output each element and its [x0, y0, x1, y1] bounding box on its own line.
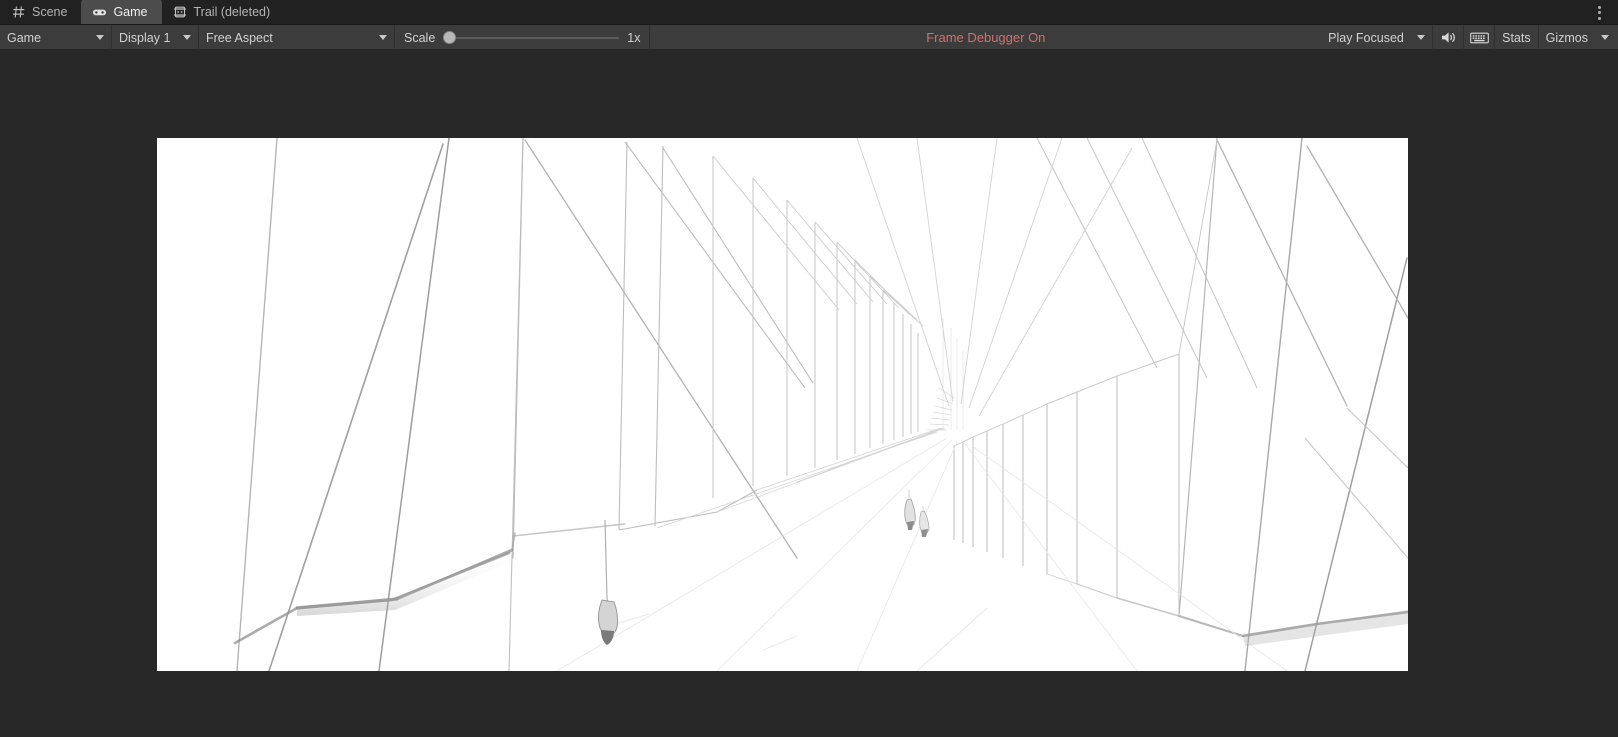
frame-debugger-status: Frame Debugger On — [926, 29, 1046, 45]
scale-slider[interactable] — [443, 25, 620, 50]
tab-scene-label: Scene — [32, 4, 68, 19]
play-mode-input-button[interactable] — [1464, 25, 1496, 50]
scale-slider-group[interactable]: Scale 1x — [395, 25, 651, 50]
game-view-area — [0, 50, 1618, 736]
tab-game-label: Game — [113, 4, 148, 19]
display-dropdown[interactable]: Display 1 — [112, 25, 199, 50]
gizmos-label: Gizmos — [1545, 30, 1588, 45]
gizmos-dropdown[interactable] — [1601, 25, 1618, 50]
aspect-ratio-dropdown[interactable]: Free Aspect — [199, 25, 395, 50]
kebab-menu-icon[interactable] — [1588, 0, 1610, 25]
scale-slider-track — [443, 36, 620, 39]
stats-label: Stats — [1502, 30, 1531, 45]
chevron-down-icon — [1601, 35, 1609, 40]
tab-game[interactable]: Game — [81, 0, 162, 24]
scale-value: 1x — [627, 30, 641, 45]
stats-button[interactable]: Stats — [1495, 25, 1539, 50]
target-display-dropdown[interactable]: Game — [0, 25, 112, 50]
tab-trail-deleted[interactable]: Trail (deleted) — [162, 0, 285, 24]
tab-trail-label: Trail (deleted) — [193, 4, 271, 19]
gamepad-icon — [92, 4, 107, 19]
game-render-canvas[interactable] — [157, 138, 1408, 671]
scale-label: Scale — [404, 30, 436, 45]
speaker-icon — [1440, 30, 1457, 45]
target-display-value: Game — [7, 30, 42, 45]
game-view-toolbar: Game Display 1 Free Aspect Scale 1x Fram… — [0, 25, 1618, 50]
play-mode-dropdown[interactable]: Play Focused — [1321, 25, 1434, 50]
scale-slider-knob[interactable] — [443, 31, 457, 44]
chevron-down-icon — [183, 35, 191, 40]
chevron-down-icon — [379, 35, 387, 40]
play-mode-value: Play Focused — [1328, 30, 1404, 45]
chevron-down-icon — [96, 35, 104, 40]
keyboard-icon — [1469, 31, 1489, 45]
rendered-scene — [157, 138, 1408, 671]
display-value: Display 1 — [119, 30, 171, 45]
chevron-down-icon — [1417, 35, 1426, 40]
mute-audio-button[interactable] — [1433, 25, 1465, 50]
editor-tab-bar: Scene Game Trail (deleted) — [0, 0, 1618, 25]
gizmos-button[interactable]: Gizmos — [1539, 25, 1601, 50]
aspect-ratio-value: Free Aspect — [206, 30, 273, 45]
tab-scene[interactable]: Scene — [0, 0, 81, 24]
grid-icon — [11, 4, 26, 19]
animation-clip-icon — [173, 4, 188, 19]
